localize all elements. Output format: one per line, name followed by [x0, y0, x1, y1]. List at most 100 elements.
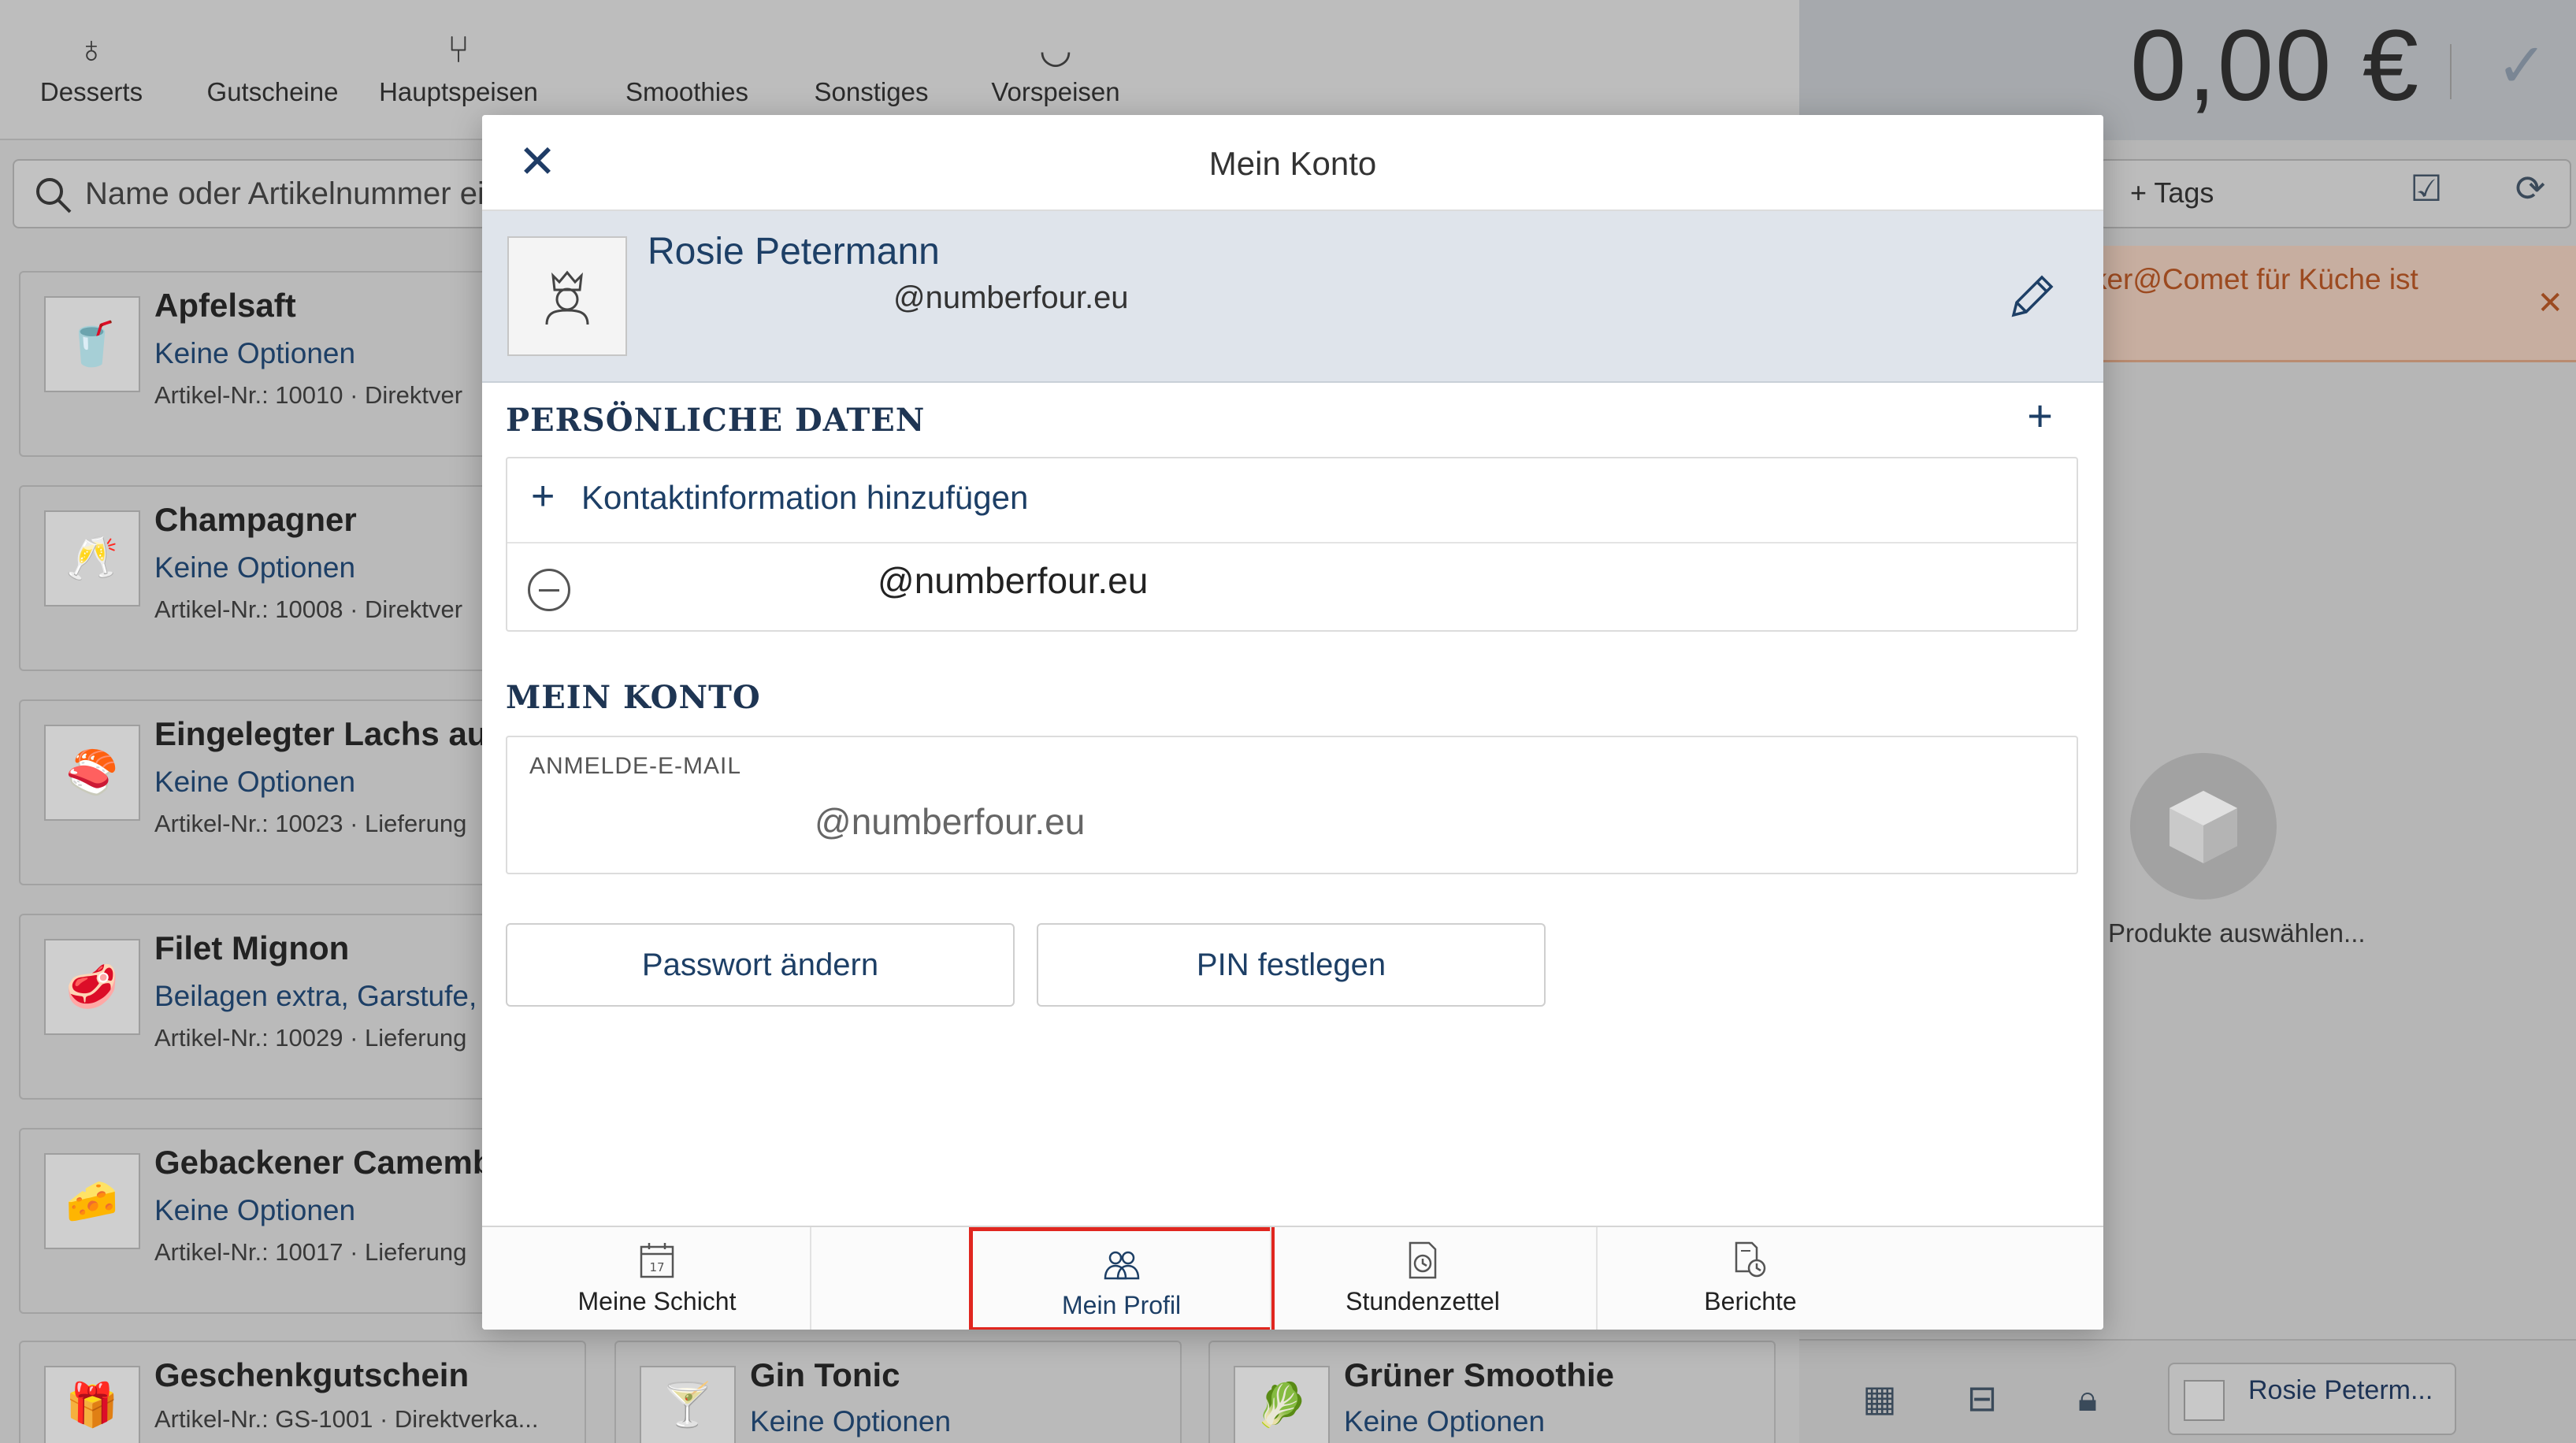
product-meta: Artikel-Nr.: 10023 · Lieferung — [154, 810, 467, 837]
tab-label: Mein Profil — [1062, 1291, 1182, 1319]
category-label: Smoothies — [625, 77, 748, 106]
tab-label: Berichte — [1704, 1287, 1797, 1315]
my-account-heading: MEIN KONTO — [506, 679, 761, 716]
calendar-check-icon[interactable]: ☑ — [2401, 167, 2452, 217]
contact-list: + Kontaktinformation hinzufügen @numberf… — [506, 457, 2078, 632]
product-options: Keine Optionen — [154, 766, 356, 798]
dialog-title: Mein Konto — [1208, 145, 1377, 182]
category-label: Gutscheine — [206, 77, 339, 106]
remove-circle-icon[interactable] — [528, 569, 570, 611]
product-name: Geschenkgutschein — [154, 1356, 470, 1393]
category-vorspeisen[interactable]: ◡ Vorspeisen — [961, 24, 1150, 107]
category-desserts[interactable]: ♁ Desserts — [0, 24, 186, 107]
contact-email: @numberfour.eu — [878, 560, 1149, 601]
dialog-tab-bar: 17 Meine Schicht Mein Profil Stundenzett… — [482, 1226, 2103, 1330]
product-image: 🍸 — [640, 1366, 736, 1443]
product-card[interactable]: 🥬 Grüner Smoothie Keine Optionen — [1208, 1341, 1776, 1443]
profile-name: Rosie Petermann — [648, 231, 940, 273]
tab-label: Meine Schicht — [577, 1287, 737, 1315]
cutlery-icon: ⑂ — [447, 29, 470, 71]
product-image: 🎁 — [44, 1366, 140, 1443]
personal-data-heading: PERSÖNLICHE DATEN — [506, 402, 926, 439]
cart-total: 0,00 € — [2130, 9, 2420, 122]
profile-header: Rosie Petermann @numberfour.eu — [482, 211, 2103, 383]
sync-icon[interactable]: ⟳ — [2505, 167, 2556, 217]
bowl-icon: ◡ — [1039, 29, 1072, 71]
category-gutscheine[interactable]: Gutscheine — [178, 24, 367, 107]
product-meta: Artikel-Nr.: 10010 · Direktver — [154, 381, 463, 409]
user-name: Rosie Peterm... — [2248, 1375, 2433, 1405]
product-options: Keine Optionen — [154, 337, 356, 369]
tags-button[interactable]: + Tags — [2099, 159, 2571, 228]
product-options: Beilagen extra, Garstufe, S — [154, 980, 505, 1012]
empty-cart-box-icon — [2130, 753, 2277, 900]
product-name: Grüner Smoothie — [1344, 1356, 1615, 1393]
login-email-field: ANMELDE-E-MAIL @numberfour.eu — [506, 736, 2078, 874]
empty-cart-text: Produkte auswählen... — [2108, 918, 2366, 948]
plus-icon: + — [531, 473, 555, 519]
product-options: Keine Optionen — [750, 1405, 952, 1437]
dessert-icon: ♁ — [77, 29, 106, 71]
login-email-label: ANMELDE-E-MAIL — [529, 753, 742, 779]
tab-meine-schicht[interactable]: 17 Meine Schicht — [504, 1227, 810, 1330]
voucher-icon — [178, 24, 367, 77]
tab-mein-profil[interactable]: Mein Profil — [968, 1227, 1275, 1330]
login-email-value: @numberfour.eu — [815, 801, 1086, 842]
divider — [810, 1227, 811, 1330]
change-password-button[interactable]: Passwort ändern — [506, 923, 1015, 1007]
product-meta: Artikel-Nr.: 10017 · Lieferung — [154, 1238, 467, 1266]
product-name: Champagner — [154, 501, 357, 538]
category-smoothies[interactable]: Smoothies — [592, 24, 781, 107]
dialog-header: ✕ Mein Konto — [482, 115, 2103, 211]
set-pin-button[interactable]: PIN festlegen — [1037, 923, 1546, 1007]
product-name: Gebackener Camember — [154, 1144, 525, 1181]
product-options: Keine Optionen — [154, 551, 356, 584]
add-personal-data-button[interactable]: + — [2027, 394, 2053, 438]
category-sonstiges[interactable]: Sonstiges — [777, 24, 966, 107]
product-name: Apfelsaft — [154, 287, 296, 324]
calendar-icon: 17 — [640, 1243, 674, 1278]
product-image: 🥬 — [1234, 1366, 1330, 1443]
tab-stundenzettel[interactable]: Stundenzettel — [1270, 1227, 1576, 1330]
product-name: Filet Mignon — [154, 929, 350, 966]
category-label: Hauptspeisen — [379, 77, 538, 106]
category-hauptspeisen[interactable]: ⑂ Hauptspeisen — [364, 24, 553, 107]
product-image: 🥩 — [44, 939, 140, 1035]
product-name: Eingelegter Lachs auf B — [154, 715, 532, 752]
minus-square-icon[interactable]: ⊟ — [1958, 1377, 2006, 1424]
product-image: 🧀 — [44, 1153, 140, 1249]
calendar-day: 17 — [649, 1260, 664, 1274]
report-icon — [1735, 1241, 1766, 1278]
user-chip[interactable]: Rosie Peterm... — [2168, 1363, 2456, 1435]
timesheet-icon — [1409, 1241, 1437, 1279]
add-contact-label: Kontaktinformation hinzufügen — [581, 479, 1029, 516]
tab-berichte[interactable]: Berichte — [1598, 1227, 1903, 1330]
smoothie-icon — [592, 24, 781, 77]
lock-icon[interactable]: 🔒︎ — [2064, 1377, 2111, 1424]
category-label: Sonstiges — [814, 77, 929, 106]
users-icon — [1104, 1251, 1139, 1280]
category-label: Vorspeisen — [991, 77, 1120, 106]
category-label: Desserts — [39, 77, 143, 106]
misc-icon — [777, 24, 966, 77]
product-meta: Artikel-Nr.: GS-1001 · Direktverka... — [154, 1405, 539, 1433]
product-image: 🥂 — [44, 510, 140, 607]
search-icon — [36, 178, 72, 213]
product-card[interactable]: 🍸 Gin Tonic Keine Optionen — [614, 1341, 1182, 1443]
product-options: Keine Optionen — [154, 1194, 356, 1226]
product-image: 🥤 — [44, 296, 140, 392]
product-options: Keine Optionen — [1344, 1405, 1546, 1437]
product-meta: Artikel-Nr.: 10029 · Lieferung — [154, 1024, 467, 1052]
divider — [2450, 44, 2452, 99]
pencil-icon[interactable] — [2004, 269, 2059, 325]
grid-icon[interactable]: ▦ — [1856, 1377, 1903, 1424]
search-placeholder: Name oder Artikelnummer ei — [85, 176, 484, 211]
add-contact-row[interactable]: + Kontaktinformation hinzufügen — [507, 458, 2077, 543]
chef-avatar-icon — [507, 236, 627, 356]
product-card[interactable]: 🎁 Geschenkgutschein Artikel-Nr.: GS-1001… — [19, 1341, 586, 1443]
checkmark-icon[interactable]: ✓ — [2496, 30, 2548, 102]
tab-label: Stundenzettel — [1346, 1287, 1500, 1315]
product-name: Gin Tonic — [750, 1356, 900, 1393]
product-image: 🍣 — [44, 725, 140, 821]
close-icon[interactable]: ✕ — [2537, 285, 2563, 321]
